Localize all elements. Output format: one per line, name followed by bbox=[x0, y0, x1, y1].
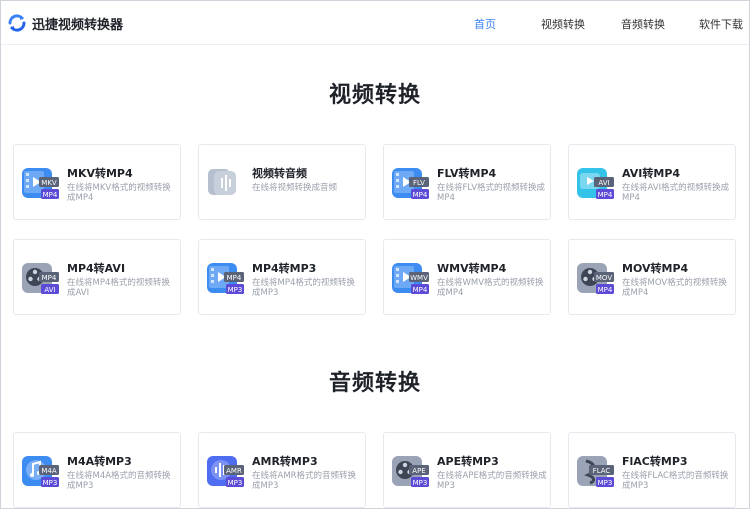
converter-card[interactable]: FLAC MP3 FlAC转MP3 在线将FLAC格式的音频转换成MP3 bbox=[568, 432, 736, 508]
converter-card[interactable]: 视频转音频在线将视频转换成音频 bbox=[198, 144, 366, 220]
svg-text:FLV: FLV bbox=[413, 179, 425, 187]
svg-text:MOV: MOV bbox=[596, 274, 612, 282]
svg-text:FLAC: FLAC bbox=[593, 467, 611, 475]
card-title[interactable]: AMR转MP3 bbox=[252, 453, 318, 469]
nav-software-download[interactable]: 软件下载 bbox=[699, 16, 743, 32]
converter-card[interactable]: APE MP3 APE转MP3 在线将APE格式的音频转换成MP3 bbox=[383, 432, 551, 508]
converter-card[interactable]: AMR MP3 AMR转MP3 在线将AMR格式的音频转换成MP3 bbox=[198, 432, 366, 508]
svg-text:MP4: MP4 bbox=[42, 274, 57, 282]
app-logo-icon[interactable] bbox=[7, 13, 27, 33]
card-title[interactable]: AVI转MP4 bbox=[622, 165, 680, 181]
audio-section-title: 音频转换 bbox=[328, 371, 421, 396]
card-title[interactable]: MP4转AVI bbox=[67, 260, 125, 276]
svg-text:AVI: AVI bbox=[598, 179, 609, 187]
converter-card[interactable]: MKV MP4 MKV转MP4 在线将MKV格式的视频转换成MP4 bbox=[13, 144, 181, 220]
audio-wave-icon bbox=[208, 169, 236, 195]
card-description: 在线将AMR格式的音频转换成MP3 bbox=[252, 471, 357, 491]
video-section-title: 视频转换 bbox=[328, 83, 421, 108]
converter-card[interactable]: M4A MP3 M4A转MP3 在线将M4A格式的音频转换成MP3 bbox=[13, 432, 181, 508]
nav-audio-convert[interactable]: 音频转换 bbox=[621, 16, 665, 32]
converter-card[interactable]: WMV MP4 WMV转MP4 在线将WMV格式的视频转换成MP4 bbox=[383, 239, 551, 315]
music-note-icon: FLAC MP3 bbox=[577, 456, 614, 487]
svg-text:MP4: MP4 bbox=[43, 191, 58, 199]
card-title[interactable]: 视频转音频 bbox=[252, 165, 307, 181]
svg-text:M4A: M4A bbox=[41, 467, 56, 475]
card-description: 在线将APE格式的音频转换成MP3 bbox=[437, 471, 547, 491]
film-icon: MP4 MP3 bbox=[207, 263, 244, 294]
reel-icon: APE MP3 bbox=[392, 456, 429, 487]
svg-text:APE: APE bbox=[412, 467, 425, 475]
svg-text:MP3: MP3 bbox=[413, 479, 428, 487]
reel-icon: MOV MP4 bbox=[577, 263, 614, 294]
svg-text:MP4: MP4 bbox=[598, 191, 613, 199]
nav-video-convert[interactable]: 视频转换 bbox=[541, 16, 585, 32]
svg-text:MP3: MP3 bbox=[43, 479, 58, 487]
svg-text:MP3: MP3 bbox=[598, 479, 613, 487]
card-title[interactable]: MP4转MP3 bbox=[252, 260, 316, 276]
film-icon: WMV MP4 bbox=[392, 263, 429, 294]
card-title[interactable]: FLV转MP4 bbox=[437, 165, 496, 181]
card-description: 在线将M4A格式的音频转换成MP3 bbox=[67, 471, 171, 491]
svg-text:WMV: WMV bbox=[410, 274, 428, 282]
card-title[interactable]: WMV转MP4 bbox=[437, 260, 506, 276]
card-description: 在线将MP4格式的视频转换成MP3 bbox=[252, 278, 355, 298]
card-title[interactable]: APE转MP3 bbox=[437, 453, 499, 469]
card-title[interactable]: MOV转MP4 bbox=[622, 260, 688, 276]
svg-text:AVI: AVI bbox=[44, 286, 55, 294]
music-icon: M4A MP3 bbox=[22, 456, 59, 487]
nav-home[interactable]: 首页 bbox=[474, 16, 496, 32]
film-icon: FLV MP4 bbox=[392, 168, 429, 199]
svg-text:AMR: AMR bbox=[226, 467, 242, 475]
wave-icon: AMR MP3 bbox=[207, 456, 244, 487]
card-description: 在线将MKV格式的视频转换成MP4 bbox=[67, 183, 171, 203]
card-description: 在线将视频转换成音频 bbox=[252, 183, 338, 193]
brand-name[interactable]: 迅捷视频转换器 bbox=[32, 14, 123, 33]
card-title[interactable]: M4A转MP3 bbox=[67, 453, 132, 469]
svg-text:MKV: MKV bbox=[41, 179, 57, 187]
card-description: 在线将FLAC格式的音频转换成MP3 bbox=[622, 471, 729, 491]
svg-text:MP3: MP3 bbox=[228, 286, 243, 294]
svg-text:MP4: MP4 bbox=[413, 286, 428, 294]
card-description: 在线将MOV格式的视频转换成MP4 bbox=[622, 278, 727, 298]
card-title[interactable]: MKV转MP4 bbox=[67, 165, 133, 181]
converter-card[interactable]: MP4 AVI MP4转AVI 在线将MP4格式的视频转换成AVI bbox=[13, 239, 181, 315]
svg-text:MP4: MP4 bbox=[413, 191, 428, 199]
top-header: 迅捷视频转换器 首页 视频转换 音频转换 软件下载 bbox=[1, 1, 749, 45]
svg-text:MP4: MP4 bbox=[598, 286, 613, 294]
play-icon: AVI MP4 bbox=[577, 168, 614, 199]
reel-icon: MP4 AVI bbox=[22, 263, 59, 294]
converter-card[interactable]: MOV MP4 MOV转MP4 在线将MOV格式的视频转换成MP4 bbox=[568, 239, 736, 315]
card-title[interactable]: FlAC转MP3 bbox=[622, 453, 688, 469]
converter-card[interactable]: FLV MP4 FLV转MP4 在线将FLV格式的视频转换成MP4 bbox=[383, 144, 551, 220]
converter-card[interactable]: AVI MP4 AVI转MP4 在线将AVI格式的视频转换成MP4 bbox=[568, 144, 736, 220]
converter-card[interactable]: MP4 MP3 MP4转MP3 在线将MP4格式的视频转换成MP3 bbox=[198, 239, 366, 315]
film-icon: MKV MP4 bbox=[22, 168, 59, 199]
card-description: 在线将AVI格式的视频转换成MP4 bbox=[622, 183, 730, 203]
card-description: 在线将WMV格式的视频转换成MP4 bbox=[437, 278, 544, 298]
page: 迅捷视频转换器 首页 视频转换 音频转换 软件下载 视频转换 MKV MP4 MKV… bbox=[0, 0, 750, 509]
svg-text:MP3: MP3 bbox=[228, 479, 243, 487]
card-description: 在线将MP4格式的视频转换成AVI bbox=[67, 278, 170, 298]
card-description: 在线将FLV格式的视频转换成MP4 bbox=[437, 183, 546, 203]
svg-text:MP4: MP4 bbox=[227, 274, 242, 282]
